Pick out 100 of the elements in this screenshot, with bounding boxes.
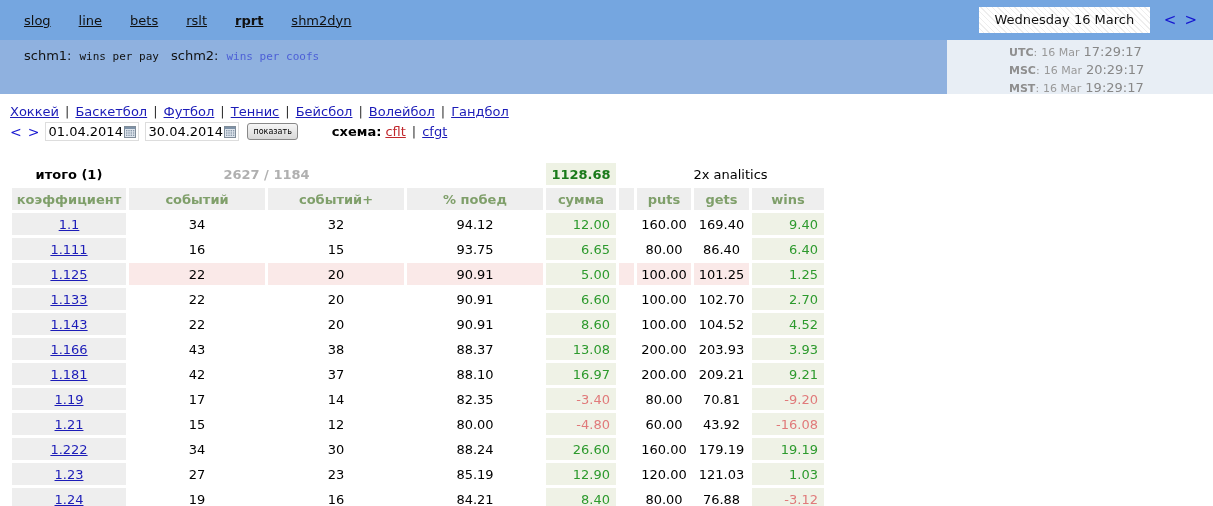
table-cell-text: 86.40 [701,240,742,259]
table-cell: 5.00 [546,263,616,285]
nav-link[interactable]: bets [130,12,159,28]
nav-link[interactable]: shm2dyn [291,12,352,28]
table-cell-text: 14 [326,390,346,409]
scheme-link[interactable]: wins per pay [79,50,159,63]
table-cell: 8.60 [546,313,616,335]
nav-link[interactable]: slog [24,12,51,28]
table-cell: 22 [129,263,265,285]
table-cell-text: 17 [187,390,207,409]
table-cell-text: 15 [326,240,346,259]
calendar-icon[interactable] [124,125,137,138]
sport-link[interactable]: Теннис [230,104,280,119]
coefficient-link[interactable]: 1.133 [50,291,88,307]
calendar-icon[interactable] [224,125,237,138]
table-cell: 26.60 [546,438,616,460]
table-cell: 13.08 [546,338,616,360]
table-cell: -16.08 [752,413,824,435]
scheme-label: schm2: [170,48,219,63]
table-cell-text: 30 [326,440,346,459]
timezone-label: UTC [1009,46,1034,59]
separator-text: | [285,104,290,119]
table-cell-text: 179.19 [697,440,746,459]
coefficient-link[interactable]: 1.19 [54,391,84,407]
table-cell-text: 100.00 [640,290,688,309]
table-cell-text: 82.35 [455,390,495,409]
analytics-title: 2x analitics [692,165,769,184]
table-cell-text: 15 [187,415,207,434]
total-sum: 1128.68 [546,163,616,185]
clock-date: 16 Mar [1043,64,1082,77]
sport-link[interactable]: Футбол [163,104,215,119]
table-cell-text: 32 [326,215,346,234]
table-cell-text: 80.00 [644,490,684,506]
table-cell-text: 16 [187,240,207,259]
table-cell-text: 84.21 [455,490,495,506]
schema-link[interactable]: cfgt [422,124,448,139]
table-cell-text: 80.00 [644,240,684,259]
table-cell: 8.40 [546,488,616,506]
table-cell-text: 43 [187,340,207,359]
date-field[interactable]: 30.04.2014 [145,122,240,141]
date-field[interactable]: 01.04.2014 [45,122,140,141]
sport-link[interactable]: Бейсбол [295,104,353,119]
coefficient-link[interactable]: 1.24 [54,491,84,506]
table-cell-text: 209.21 [697,365,746,384]
nav-link[interactable]: line [78,12,103,28]
table-cell-text: 94.12 [455,215,495,234]
separator-text: | [440,104,446,119]
column-header: сумма [546,188,616,210]
coefficient-link[interactable]: 1.181 [50,366,88,382]
table-cell-text: 102.70 [697,290,746,309]
table-cell-text: 203.93 [697,340,746,359]
sport-link[interactable]: Хоккей [10,104,59,119]
table-cell-text: 22 [187,290,207,309]
table-cell: 12.90 [546,463,616,485]
sport-link[interactable]: Баскетбол [75,104,148,119]
nav-link[interactable]: rprt [235,12,264,28]
schema-link[interactable]: cflt [385,124,406,139]
next-day-link[interactable]: > [1184,11,1197,29]
nav-link[interactable]: rslt [186,12,207,28]
table-cell: 2.70 [752,288,824,310]
clock-date: 16 Mar [1041,46,1080,59]
table-cell-text: 200.00 [640,365,688,384]
table-cell-text: 88.10 [455,365,495,384]
table-cell: 12.00 [546,213,616,235]
table-cell: -3.40 [546,388,616,410]
clock-time: 17:29:17 [1083,44,1142,59]
schema-label: схема: [331,124,382,139]
table-cell-text: 90.91 [455,290,495,309]
coefficient-link[interactable]: 1.143 [50,316,88,332]
coefficient-link[interactable]: 1.222 [50,441,88,457]
table-cell-text: 88.24 [455,440,495,459]
table-cell-text: 160.00 [640,215,688,234]
table-cell-text: 85.19 [455,465,495,484]
table-cell: -3.12 [752,488,824,506]
table-cell-text: 34 [187,215,207,234]
previous-day-link[interactable]: < [1163,11,1177,29]
coefficient-link[interactable]: 1.125 [50,266,88,282]
coefficient-link[interactable]: 1.111 [50,241,88,257]
table-cell-text: 37 [326,365,346,384]
column-header: событий+ [268,188,404,210]
table-cell-text: 100.00 [640,315,688,334]
table-cell: 16.97 [546,363,616,385]
table-cell: 6.65 [546,238,616,260]
table-cell-text: 60.00 [644,415,684,434]
previous-period-link[interactable]: < [10,123,22,140]
coefficient-link[interactable]: 1.1 [58,216,80,232]
coefficient-link[interactable]: 1.21 [54,416,84,432]
table-cell-text: 80.00 [644,390,684,409]
sport-link[interactable]: Волейбол [368,104,435,119]
coefficient-link[interactable]: 1.23 [54,466,84,482]
separator-text: | [220,104,225,119]
table-cell-text: 16 [326,490,346,506]
next-period-link[interactable]: > [27,123,40,140]
coefficient-link[interactable]: 1.166 [50,341,88,357]
table-cell-text: 38 [326,340,346,359]
table-cell: 4.52 [752,313,824,335]
show-button[interactable]: показать [247,123,298,140]
column-header: событий [129,188,265,210]
table-cell-text: 43.92 [701,415,742,434]
sport-link[interactable]: Гандбол [451,104,509,119]
